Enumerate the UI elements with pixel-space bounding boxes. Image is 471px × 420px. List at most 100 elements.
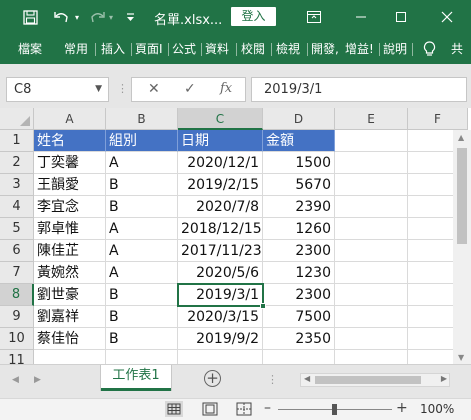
tab-formulas[interactable]: 公式	[172, 34, 196, 64]
scroll-left-icon[interactable]: ◀	[304, 374, 310, 383]
cell-d9[interactable]: 7500	[263, 306, 335, 328]
cell-a1[interactable]: 姓名	[34, 130, 106, 152]
horizontal-scroll-thumb[interactable]	[315, 376, 421, 384]
cell-c4[interactable]: 2020/7/8	[178, 196, 263, 218]
cell-b3[interactable]: B	[106, 174, 178, 196]
save-icon[interactable]	[20, 6, 40, 28]
cell-e5[interactable]	[335, 218, 408, 240]
close-icon[interactable]	[436, 6, 458, 28]
row-header-2[interactable]: 2	[0, 152, 34, 174]
cell-d6[interactable]: 2300	[263, 240, 335, 262]
row-header-4[interactable]: 4	[0, 196, 34, 218]
cell-c3[interactable]: 2019/2/15	[178, 174, 263, 196]
cell-c9[interactable]: 2020/3/15	[178, 306, 263, 328]
cell-a6[interactable]: 陳佳芷	[34, 240, 106, 262]
cell-c5[interactable]: 2018/12/15	[178, 218, 263, 240]
cell-a4[interactable]: 李宜念	[34, 196, 106, 218]
column-header-b[interactable]: B	[106, 108, 178, 130]
cell-b2[interactable]: A	[106, 152, 178, 174]
cell-c7[interactable]: 2020/5/6	[178, 262, 263, 284]
scroll-up-icon[interactable]: ▲	[458, 133, 464, 142]
cell-a10[interactable]: 蔡佳怡	[34, 328, 106, 350]
formula-bar-splitter-icon[interactable]: ⋮	[117, 82, 128, 95]
maximize-icon[interactable]	[390, 6, 412, 28]
row-header-9[interactable]: 9	[0, 306, 34, 328]
scroll-right-icon[interactable]: ▶	[441, 374, 447, 383]
column-header-d[interactable]: D	[263, 108, 335, 130]
redo-icon[interactable]	[88, 6, 106, 28]
column-header-a[interactable]: A	[34, 108, 106, 130]
cell-e10[interactable]	[335, 328, 408, 350]
cell-a2[interactable]: 丁奕馨	[34, 152, 106, 174]
tab-page-layout[interactable]: 頁面I	[135, 34, 163, 64]
row-header-6[interactable]: 6	[0, 240, 34, 262]
cell-e1[interactable]	[335, 130, 408, 152]
row-header-3[interactable]: 3	[0, 174, 34, 196]
cell-e3[interactable]	[335, 174, 408, 196]
cell-b11[interactable]	[106, 350, 178, 364]
vertical-scrollbar[interactable]: ▲ ▼	[453, 130, 471, 364]
add-sheet-icon[interactable]: +	[204, 370, 221, 387]
page-layout-view-icon[interactable]	[202, 402, 218, 416]
login-button[interactable]: 登入	[231, 7, 276, 26]
name-box[interactable]: C8 ▼	[6, 77, 109, 102]
sheet-tab-1[interactable]: 工作表1	[101, 365, 171, 391]
cell-c8[interactable]: 2019/3/1	[178, 284, 263, 306]
cell-c11[interactable]	[178, 350, 263, 364]
cell-d2[interactable]: 1500	[263, 152, 335, 174]
cell-a11[interactable]	[34, 350, 106, 364]
cell-d5[interactable]: 1260	[263, 218, 335, 240]
cell-c10[interactable]: 2019/9/2	[178, 328, 263, 350]
lightbulb-icon[interactable]	[423, 34, 436, 64]
vertical-scroll-thumb[interactable]	[457, 148, 467, 244]
undo-dropdown-icon[interactable]: ▾	[72, 6, 82, 28]
cell-a3[interactable]: 王韻愛	[34, 174, 106, 196]
formula-input[interactable]: 2019/3/1	[251, 77, 467, 102]
cell-b7[interactable]: A	[106, 262, 178, 284]
chevron-down-icon[interactable]: ▼	[95, 84, 102, 94]
tab-file[interactable]: 檔案	[18, 34, 42, 64]
cell-e4[interactable]	[335, 196, 408, 218]
cell-d8[interactable]: 2300	[263, 284, 335, 306]
tab-home[interactable]: 常用	[64, 34, 88, 64]
tab-help[interactable]: 說明	[383, 34, 407, 64]
tab-view[interactable]: 檢視	[276, 34, 300, 64]
worksheet-grid[interactable]: ABCDEF 1 2 3 4 5 6 7 8 9 10 11 姓名 組別 日期 金額 丁奕馨 A 2020/12…	[0, 108, 471, 364]
cell-d4[interactable]: 2390	[263, 196, 335, 218]
cell-d10[interactable]: 2350	[263, 328, 335, 350]
row-header-10[interactable]: 10	[0, 328, 34, 350]
column-header-c[interactable]: C	[178, 108, 263, 130]
sheet-next-icon[interactable]: ▶	[34, 375, 41, 385]
cell-a7[interactable]: 黃婉然	[34, 262, 106, 284]
tab-data[interactable]: 資料	[205, 34, 229, 64]
cell-d1[interactable]: 金額	[263, 130, 335, 152]
cell-d7[interactable]: 1230	[263, 262, 335, 284]
insert-function-icon[interactable]: fx	[220, 81, 232, 96]
row-header-8[interactable]: 8	[0, 284, 34, 306]
cell-c1[interactable]: 日期	[178, 130, 263, 152]
select-all-button[interactable]	[0, 108, 34, 130]
cancel-icon[interactable]: ✕	[148, 81, 160, 97]
cell-b9[interactable]: B	[106, 306, 178, 328]
cell-b6[interactable]: A	[106, 240, 178, 262]
column-header-e[interactable]: E	[335, 108, 408, 130]
cell-e11[interactable]	[335, 350, 408, 364]
zoom-in-button[interactable]: +	[396, 400, 408, 416]
cell-c6[interactable]: 2017/11/23	[178, 240, 263, 262]
minimize-icon[interactable]	[350, 6, 372, 28]
tab-add-ins[interactable]: 增益!	[345, 34, 374, 64]
row-header-11[interactable]: 11	[0, 350, 34, 364]
cell-e2[interactable]	[335, 152, 408, 174]
redo-dropdown-icon[interactable]: ▾	[106, 6, 116, 28]
ribbon-display-icon[interactable]	[303, 6, 325, 28]
tab-review[interactable]: 校閱	[241, 34, 265, 64]
share-button[interactable]: 共	[451, 34, 463, 64]
cell-b10[interactable]: B	[106, 328, 178, 350]
cell-e9[interactable]	[335, 306, 408, 328]
column-header-f[interactable]: F	[408, 108, 468, 130]
tab-insert[interactable]: 插入	[101, 34, 125, 64]
cell-b4[interactable]: B	[106, 196, 178, 218]
sheet-prev-icon[interactable]: ◀	[12, 375, 19, 385]
row-header-5[interactable]: 5	[0, 218, 34, 240]
cell-e8[interactable]	[335, 284, 408, 306]
